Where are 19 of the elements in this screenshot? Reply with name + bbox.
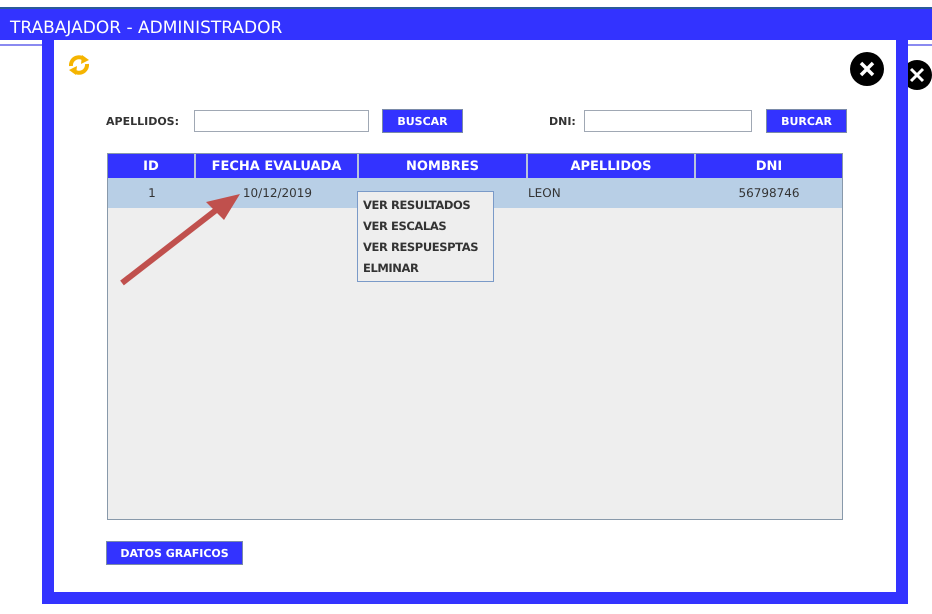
table-cell[interactable]: 1 — [108, 178, 196, 208]
field-label: DNI: — [549, 114, 577, 128]
input-field[interactable] — [194, 110, 369, 132]
table-cell[interactable]: 56798746 — [696, 178, 842, 208]
menu-item[interactable]: ELMINAR — [358, 258, 493, 279]
field-label: APELLIDOS: — [106, 114, 180, 128]
menu-item[interactable]: VER RESPUESPTAS — [358, 237, 493, 258]
window-title: TRABAJADOR - ADMINISTRADOR — [10, 17, 282, 40]
charts-button[interactable]: DATOS GRAFICOS — [106, 541, 243, 565]
close-button[interactable] — [850, 52, 884, 86]
menu-item[interactable]: VER RESULTADOS — [358, 195, 493, 216]
column-header[interactable]: DNI — [696, 154, 842, 178]
search-button[interactable]: BUSCAR — [382, 109, 463, 133]
table-cell[interactable]: LEON — [528, 178, 696, 208]
refresh-icon[interactable] — [66, 52, 92, 78]
search-button[interactable]: BURCAR — [766, 109, 847, 133]
input-field[interactable] — [584, 110, 752, 132]
table-cell[interactable]: 10/12/2019 — [196, 178, 359, 208]
menu-item[interactable]: VER ESCALAS — [358, 216, 493, 237]
